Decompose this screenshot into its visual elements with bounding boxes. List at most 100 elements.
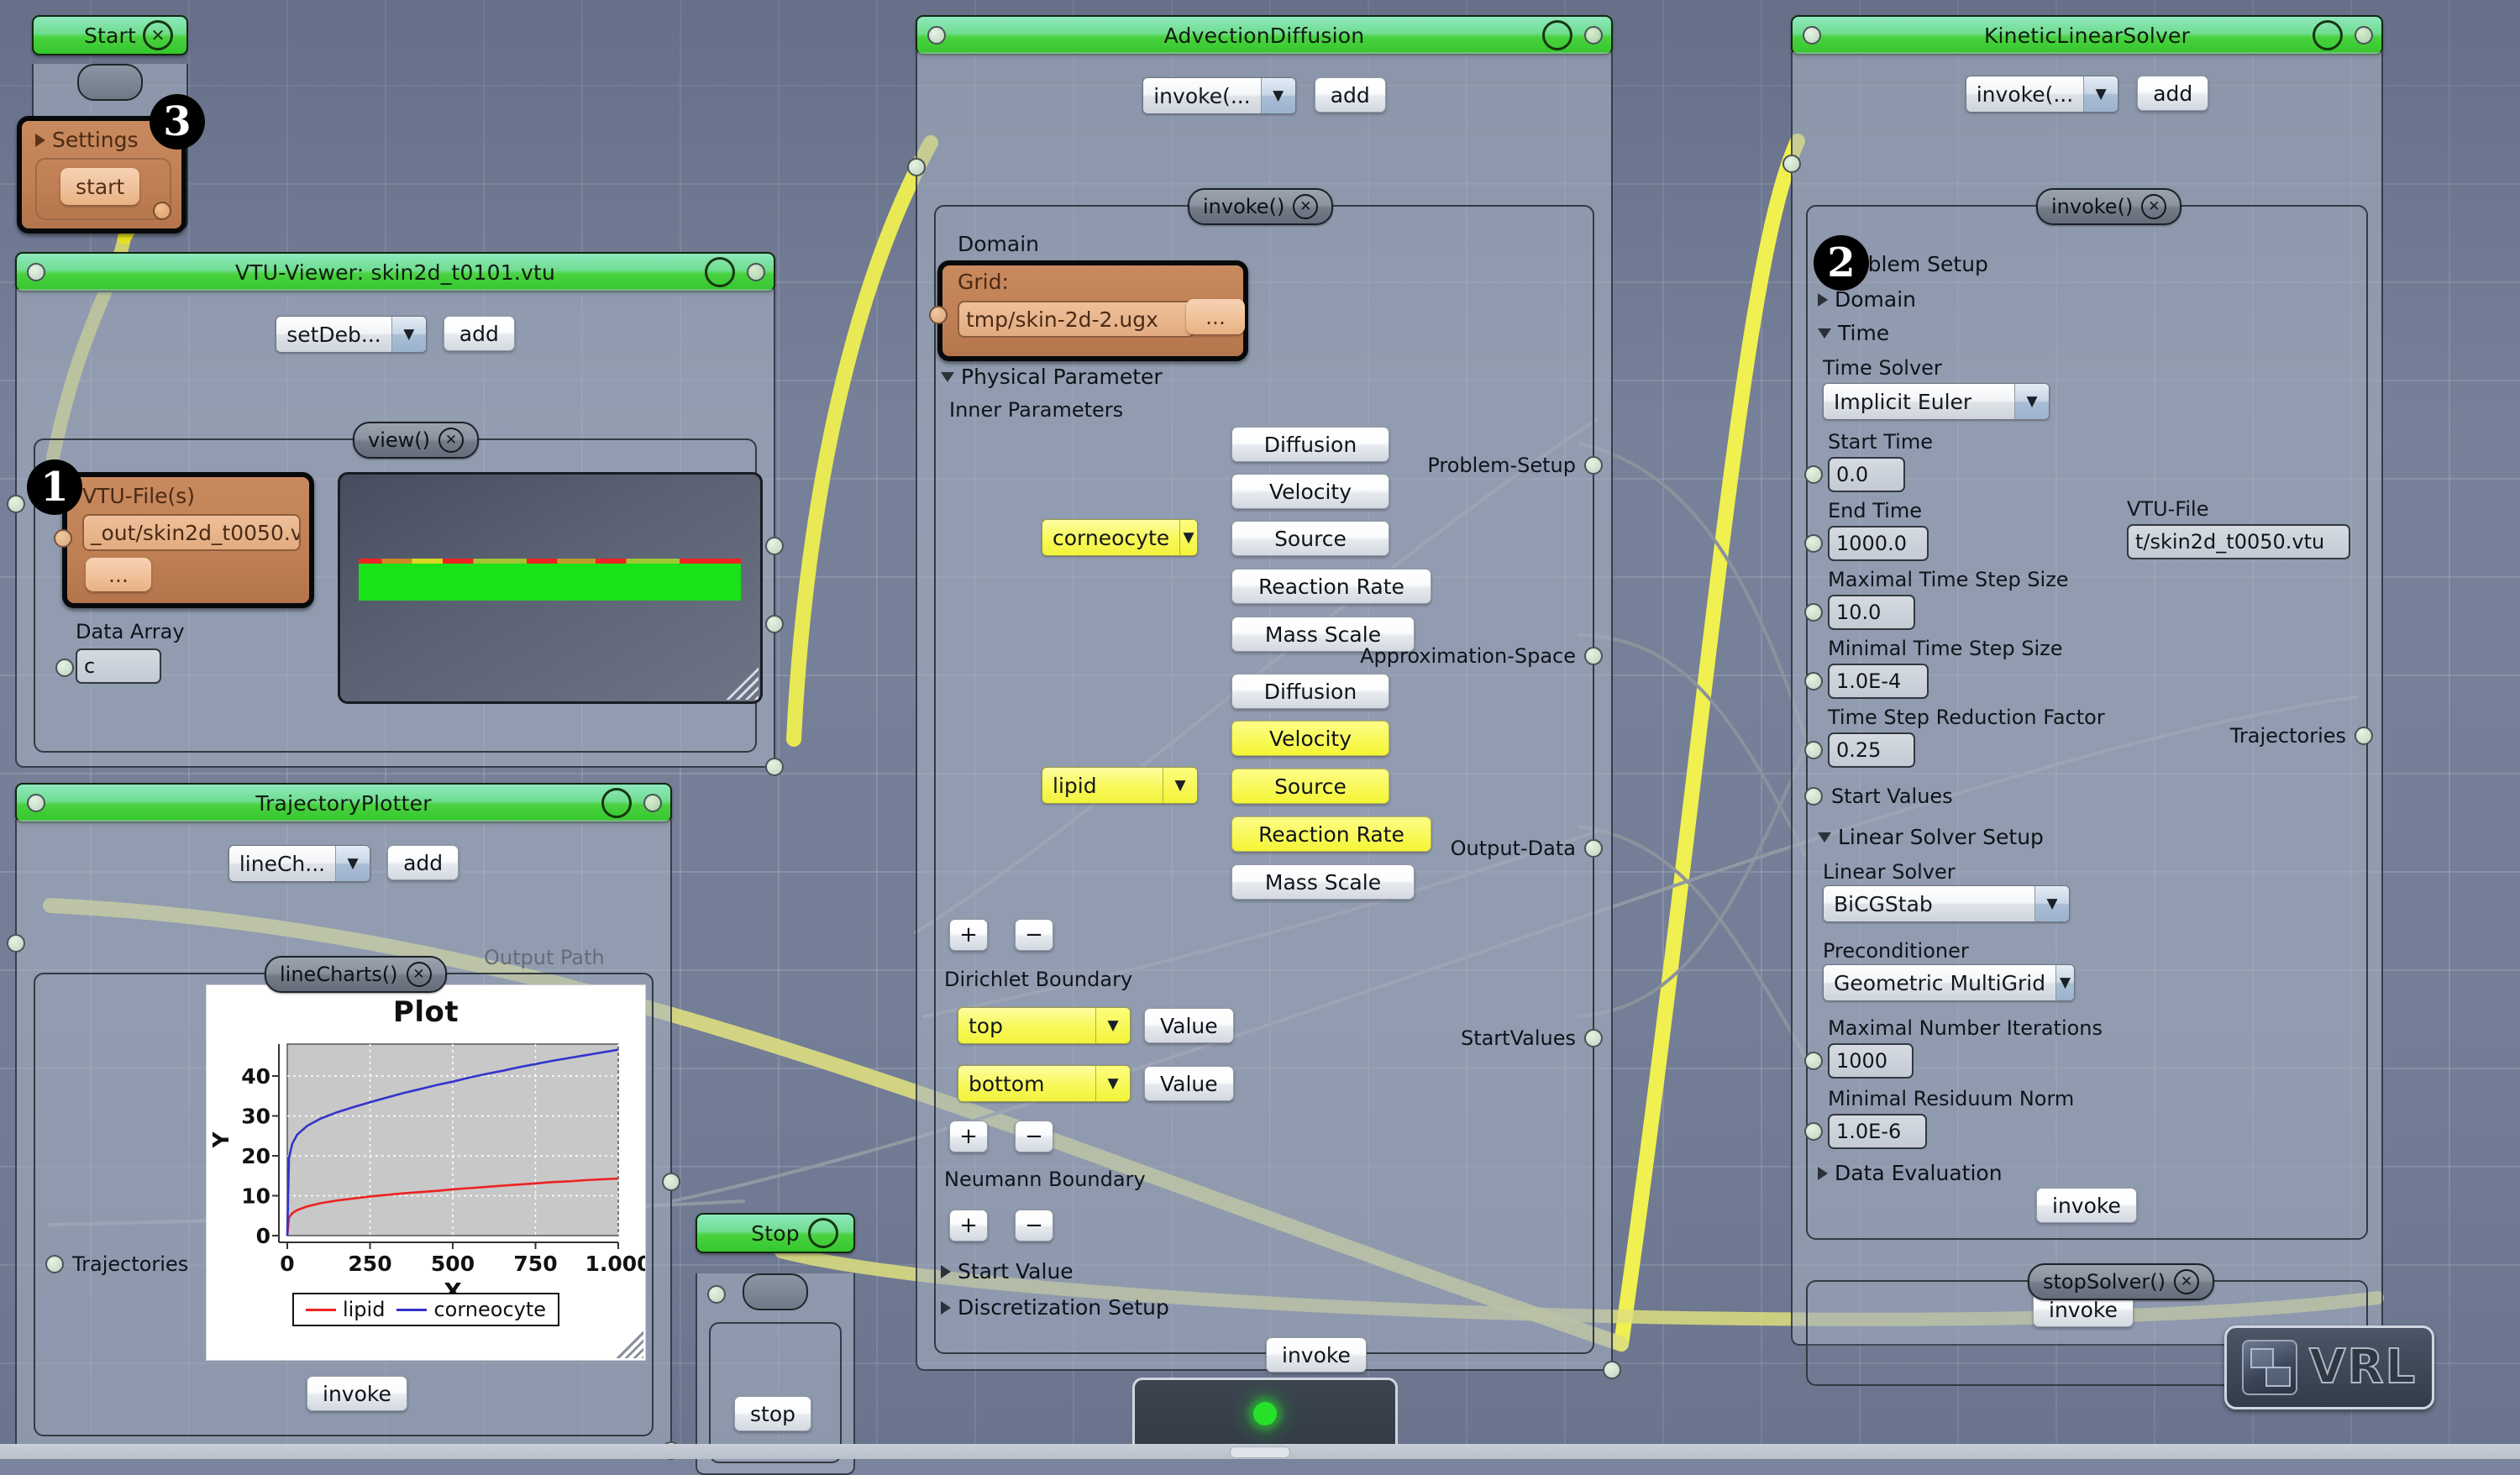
- remove-inner-parameter-button[interactable]: −: [1015, 919, 1053, 951]
- stop-button[interactable]: stop: [734, 1396, 811, 1431]
- chevron-down-icon[interactable]: ▼: [1163, 768, 1197, 803]
- resize-grip-icon[interactable]: [725, 666, 759, 700]
- subset-select-lipid[interactable]: lipid ▼: [1042, 767, 1198, 804]
- window-kinetic-linear-solver[interactable]: KineticLinearSolver invoke(... ▼ add inv…: [1791, 15, 2383, 1346]
- start-time-port[interactable]: [1804, 465, 1823, 484]
- physical-parameter-toggle[interactable]: Physical Parameter: [941, 365, 1163, 389]
- start-titlebar[interactable]: Start ✕: [32, 15, 188, 55]
- preconditioner-select[interactable]: Geometric MultiGrid ▼: [1823, 964, 2075, 1001]
- max-iterations-port[interactable]: [1804, 1052, 1823, 1070]
- start-output-port[interactable]: [153, 202, 171, 220]
- vtu-viewer-input-port[interactable]: [27, 263, 45, 281]
- time-step-reduction-field[interactable]: 0.25: [1828, 732, 1915, 768]
- max-time-step-port[interactable]: [1804, 603, 1823, 622]
- kls-add-button[interactable]: add: [2137, 76, 2208, 111]
- chevron-down-icon[interactable]: ▼: [1095, 1066, 1130, 1101]
- close-icon[interactable]: ✕: [143, 20, 173, 50]
- trajectory-method-select[interactable]: lineCh... ▼: [228, 845, 370, 882]
- output-port-problem-setup[interactable]: [1584, 456, 1603, 475]
- end-time-field[interactable]: 1000.0: [1828, 526, 1929, 561]
- output-port-approximation-space[interactable]: [1584, 647, 1603, 665]
- chevron-down-icon[interactable]: ▼: [335, 846, 370, 881]
- window-vtu-viewer[interactable]: VTU-Viewer: skin2d_t0101.vtu setDeb... ▼…: [15, 252, 775, 768]
- vtu-file-group[interactable]: VTU-File(s) _out/skin2d_t0050.v ...: [62, 472, 314, 608]
- add-dirichlet-button[interactable]: +: [949, 1121, 988, 1152]
- close-icon[interactable]: ✕: [2141, 194, 2166, 219]
- chevron-down-icon[interactable]: ▼: [1095, 1008, 1130, 1043]
- kls-method-select[interactable]: invoke(... ▼: [1966, 76, 2118, 113]
- close-icon[interactable]: ✕: [407, 962, 432, 987]
- remove-neumann-button[interactable]: −: [1015, 1210, 1053, 1241]
- max-time-step-field[interactable]: 10.0: [1828, 595, 1915, 630]
- advdiff-grid-group[interactable]: Grid: tmp/skin-2d-2.ugx ...: [937, 260, 1248, 361]
- close-icon[interactable]: ✕: [438, 428, 464, 453]
- taskbar-handle[interactable]: [1230, 1446, 1290, 1458]
- param-button-reaction-rate-2[interactable]: Reaction Rate: [1231, 816, 1431, 852]
- vtu-method-select[interactable]: setDeb... ▼: [276, 316, 427, 353]
- kls-titlebar[interactable]: KineticLinearSolver: [1791, 15, 2383, 55]
- advdiff-method-tab[interactable]: invoke() ✕: [1188, 188, 1333, 225]
- stop-knob[interactable]: [743, 1273, 808, 1310]
- advdiff-left-port[interactable]: [907, 158, 926, 176]
- vtu-viewer-output-port[interactable]: [747, 263, 765, 281]
- chevron-down-icon[interactable]: ▼: [2055, 965, 2074, 1000]
- settings-tree-toggle[interactable]: Settings: [35, 128, 139, 152]
- advdiff-grid-port[interactable]: [929, 306, 948, 324]
- close-icon[interactable]: [601, 788, 632, 818]
- kls-method-tab-invoke[interactable]: invoke() ✕: [2036, 188, 2181, 225]
- param-button-source-1[interactable]: Source: [1231, 521, 1389, 556]
- window-stop[interactable]: Stop stop: [696, 1213, 855, 1475]
- start-button[interactable]: start: [60, 168, 139, 205]
- trajectory-left-port[interactable]: [7, 934, 25, 953]
- vtu-render-view[interactable]: [338, 472, 763, 704]
- dirichlet-subset-select-0[interactable]: top ▼: [958, 1007, 1131, 1044]
- kls-input-port[interactable]: [1803, 26, 1821, 45]
- trajectories-input-port[interactable]: [45, 1255, 64, 1273]
- kls-output-port[interactable]: [2355, 26, 2373, 45]
- close-icon[interactable]: [705, 257, 735, 287]
- close-icon[interactable]: [808, 1218, 838, 1248]
- vtu-viewer-side-port[interactable]: [7, 495, 25, 513]
- advdiff-grid-browse[interactable]: ...: [1186, 299, 1245, 334]
- stop-titlebar[interactable]: Stop: [696, 1213, 855, 1253]
- data-array-field[interactable]: c: [76, 648, 161, 684]
- start-values-port[interactable]: [1804, 787, 1823, 806]
- time-step-reduction-port[interactable]: [1804, 741, 1823, 759]
- max-iterations-field[interactable]: 1000: [1828, 1043, 1914, 1079]
- add-neumann-button[interactable]: +: [949, 1210, 988, 1241]
- dirichlet-value-button-0[interactable]: Value: [1144, 1008, 1234, 1043]
- trajectory-method-tab[interactable]: lineCharts() ✕: [265, 956, 447, 993]
- vtu-viewer-titlebar[interactable]: VTU-Viewer: skin2d_t0101.vtu: [15, 252, 775, 292]
- trajectory-plotter-titlebar[interactable]: TrajectoryPlotter: [15, 783, 672, 823]
- taskbar[interactable]: [0, 1444, 2520, 1459]
- dirichlet-value-button-1[interactable]: Value: [1144, 1066, 1234, 1101]
- vtu-viewer-bottom-port[interactable]: [765, 758, 784, 776]
- vtu-files-value[interactable]: _out/skin2d_t0050.v: [82, 514, 301, 551]
- trajectory-input-port[interactable]: [27, 794, 45, 812]
- vtu-viewer-right-port-1[interactable]: [765, 537, 784, 555]
- dirichlet-subset-select-1[interactable]: bottom ▼: [958, 1065, 1131, 1102]
- min-time-step-port[interactable]: [1804, 672, 1823, 690]
- kls-left-port[interactable]: [1782, 155, 1801, 173]
- start-time-field[interactable]: 0.0: [1828, 457, 1905, 492]
- output-port-output-data[interactable]: [1584, 839, 1603, 858]
- advection-diffusion-titlebar[interactable]: AdvectionDiffusion: [916, 15, 1613, 55]
- param-button-source-2[interactable]: Source: [1231, 769, 1389, 804]
- remove-dirichlet-button[interactable]: −: [1015, 1121, 1053, 1152]
- trajectory-output-port[interactable]: [643, 794, 662, 812]
- min-residuum-port[interactable]: [1804, 1122, 1823, 1141]
- stop-input-port[interactable]: [707, 1285, 726, 1304]
- advdiff-input-port[interactable]: [927, 26, 946, 45]
- end-time-port[interactable]: [1804, 534, 1823, 553]
- close-icon[interactable]: [1542, 20, 1572, 50]
- add-inner-parameter-button[interactable]: +: [949, 919, 988, 951]
- chevron-down-icon[interactable]: ▼: [2034, 886, 2069, 921]
- discretization-setup-toggle[interactable]: Discretization Setup: [941, 1295, 1169, 1320]
- trajectory-right-port[interactable]: [662, 1173, 680, 1191]
- kls-trajectories-port[interactable]: [2355, 727, 2373, 745]
- subset-select-corneocyte[interactable]: corneocyte ▼: [1042, 519, 1198, 556]
- close-icon[interactable]: [2313, 20, 2343, 50]
- min-residuum-field[interactable]: 1.0E-6: [1828, 1114, 1927, 1149]
- line-chart[interactable]: Plot 02505007501.000010203040YX lipid co…: [206, 984, 646, 1361]
- param-button-diffusion-1[interactable]: Diffusion: [1231, 427, 1389, 462]
